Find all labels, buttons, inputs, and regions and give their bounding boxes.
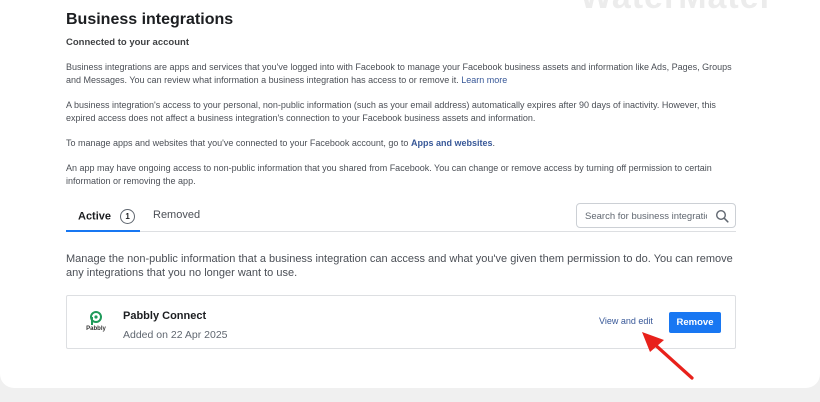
tab-removed-label: Removed xyxy=(153,209,201,221)
pabbly-logo-text: Pabbly xyxy=(86,326,106,332)
pabbly-logo-icon xyxy=(90,311,102,325)
red-arrow-annotation xyxy=(642,332,694,380)
active-count-badge: 1 xyxy=(120,209,136,224)
search-icon[interactable] xyxy=(715,209,729,223)
search-input[interactable] xyxy=(585,209,707,223)
view-and-edit-link[interactable]: View and edit xyxy=(599,316,653,326)
intro-paragraph-1: Business integrations are apps and servi… xyxy=(66,61,746,86)
intro-paragraph-3: To manage apps and websites that you've … xyxy=(66,137,746,150)
page-title: Business integrations xyxy=(66,11,234,28)
intro-paragraph-2: A business integration's access to your … xyxy=(66,100,716,123)
tab-removed[interactable]: Removed xyxy=(153,209,200,221)
tab-active-label: Active xyxy=(78,210,112,223)
integration-added-date: Added on 22 Apr 2025 xyxy=(123,329,228,341)
intro-text-3: To manage apps and websites that you've … xyxy=(66,138,409,148)
integration-name: Pabbly Connect xyxy=(123,310,207,322)
intro-paragraph-4: An app may have ongoing access to non-pu… xyxy=(66,163,712,186)
search-box xyxy=(576,203,736,228)
page-subtitle: Connected to your account xyxy=(66,37,189,48)
pabbly-logo: Pabbly xyxy=(83,311,109,337)
intro-text-1: Business integrations are apps and servi… xyxy=(66,62,732,85)
period: . xyxy=(492,138,496,148)
apps-and-websites-link[interactable]: Apps and websites xyxy=(411,138,493,148)
active-tab-indicator xyxy=(66,230,140,232)
watermark: WaterMater xyxy=(580,0,774,17)
manage-description: Manage the non-public information that a… xyxy=(66,253,733,279)
tab-active[interactable]: Active 1 xyxy=(78,209,136,224)
learn-more-link[interactable]: Learn more xyxy=(461,75,507,85)
